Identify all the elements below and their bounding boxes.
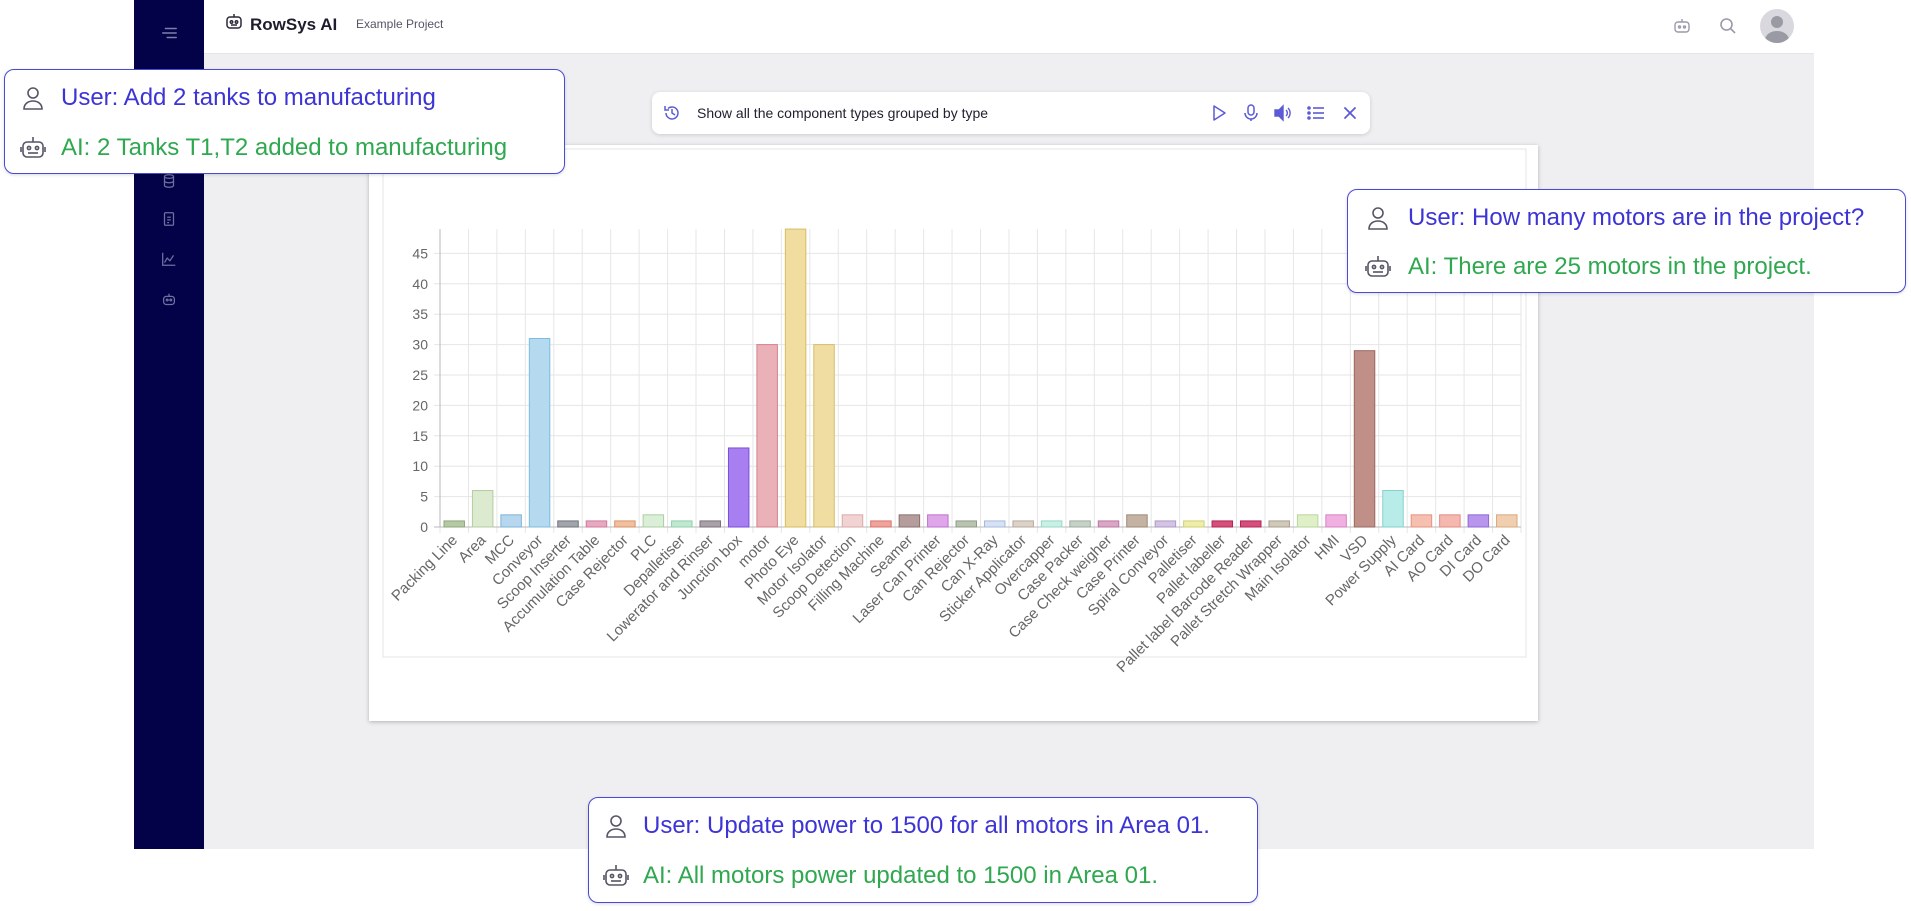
user-icon <box>5 85 61 111</box>
robot-icon[interactable] <box>159 290 179 310</box>
avatar[interactable] <box>1760 9 1794 43</box>
x-tick-label: Packing Line <box>388 532 461 605</box>
command-input[interactable]: Show all the component types grouped by … <box>697 105 988 121</box>
y-tick-label: 10 <box>412 458 428 474</box>
speaker-icon[interactable] <box>1272 103 1292 123</box>
chart-bar[interactable] <box>585 520 608 528</box>
ai-robot-icon <box>589 863 643 889</box>
chart-bar[interactable] <box>1268 520 1290 528</box>
chart-bar[interactable] <box>1410 514 1433 528</box>
play-icon[interactable] <box>1209 103 1229 123</box>
chart-bar[interactable] <box>1353 350 1376 528</box>
app-window: RowSys AI Example Project 0 5 10 15 20 25 30 35… <box>0 0 1911 911</box>
chat-callout-power: User: Update power to 1500 for all motor… <box>588 797 1258 903</box>
top-bar <box>204 0 1814 54</box>
chart-bar[interactable] <box>1240 520 1262 528</box>
y-tick-label: 30 <box>412 337 428 353</box>
list-icon[interactable] <box>1306 103 1326 123</box>
chart-bar[interactable] <box>898 514 921 528</box>
chart-bar[interactable] <box>528 338 551 528</box>
chart-bar[interactable] <box>699 520 721 528</box>
x-tick-label: Area <box>455 531 490 566</box>
robot-logo-icon <box>224 12 244 37</box>
chart-bar[interactable] <box>1069 520 1091 528</box>
robot-icon[interactable] <box>1670 14 1694 38</box>
chart-bar[interactable] <box>1183 520 1205 528</box>
microphone-icon[interactable] <box>1241 103 1261 123</box>
chat-callout-tanks: User: Add 2 tanks to manufacturing AI: 2… <box>4 69 565 174</box>
ai-message: AI: 2 Tanks T1,T2 added to manufacturing <box>61 134 508 161</box>
user-icon <box>1348 205 1408 231</box>
report-icon[interactable] <box>159 209 179 229</box>
command-bar: Show all the component types grouped by … <box>652 92 1370 134</box>
brand-name: RowSys AI <box>250 14 338 34</box>
close-icon[interactable] <box>1340 103 1360 123</box>
chart-bar[interactable] <box>1467 514 1490 528</box>
user-icon <box>589 813 643 839</box>
y-tick-label: 15 <box>412 428 428 444</box>
chart-icon[interactable] <box>159 249 179 269</box>
chart-bar[interactable] <box>1126 514 1148 528</box>
chart-bar[interactable] <box>1439 514 1461 528</box>
chat-callout-motors: User: How many motors are in the project… <box>1347 189 1906 293</box>
chart-bar[interactable] <box>1211 520 1234 528</box>
chart-bar[interactable] <box>614 520 636 528</box>
y-tick-label: 5 <box>420 489 428 505</box>
chart-bar[interactable] <box>841 514 864 528</box>
user-message: User: Add 2 tanks to manufacturing <box>61 84 436 111</box>
ai-message: AI: There are 25 motors in the project. <box>1408 253 1812 280</box>
chart-bar[interactable] <box>1040 520 1063 528</box>
chart-bar[interactable] <box>727 447 750 528</box>
chart-bar[interactable] <box>955 520 978 528</box>
chart-bar[interactable] <box>443 520 465 528</box>
chart-bar[interactable] <box>1296 514 1319 528</box>
history-icon[interactable] <box>662 103 682 123</box>
chart-bar[interactable] <box>927 514 949 528</box>
chart-bar[interactable] <box>756 344 778 528</box>
chart-bar[interactable] <box>870 520 892 528</box>
chart-bar[interactable] <box>1325 514 1347 528</box>
chart-bar[interactable] <box>471 490 494 528</box>
ai-robot-icon <box>1348 254 1408 280</box>
chart-bar[interactable] <box>784 228 807 528</box>
chart-bar[interactable] <box>1382 490 1404 528</box>
chart-bar[interactable] <box>642 514 665 528</box>
chart-bar[interactable] <box>1012 520 1034 528</box>
user-message: User: Update power to 1500 for all motor… <box>643 812 1210 839</box>
search-icon[interactable] <box>1716 14 1740 38</box>
y-tick-label: 0 <box>420 519 428 535</box>
project-name[interactable]: Example Project <box>356 17 443 31</box>
menu-icon[interactable] <box>159 23 179 43</box>
y-tick-label: 35 <box>412 306 428 322</box>
chart-bar[interactable] <box>813 344 835 528</box>
chart-bar[interactable] <box>557 520 579 528</box>
chart-bar[interactable] <box>983 520 1006 528</box>
chart-bar[interactable] <box>1154 520 1177 528</box>
database-icon[interactable] <box>159 171 179 191</box>
chart-bar[interactable] <box>671 520 693 528</box>
brand[interactable]: RowSys AI <box>224 12 337 37</box>
y-tick-label: 40 <box>412 276 428 292</box>
y-tick-label: 25 <box>412 367 428 383</box>
x-tick-label: HMI <box>1311 532 1342 563</box>
chart-bar[interactable] <box>1097 520 1120 528</box>
y-tick-label: 20 <box>412 397 428 413</box>
chart-bar[interactable] <box>500 514 522 528</box>
y-tick-label: 45 <box>412 245 428 261</box>
user-message: User: How many motors are in the project… <box>1408 204 1865 231</box>
ai-message: AI: All motors power updated to 1500 in … <box>643 862 1158 889</box>
ai-robot-icon <box>5 135 61 161</box>
chart-bar[interactable] <box>1496 514 1518 528</box>
